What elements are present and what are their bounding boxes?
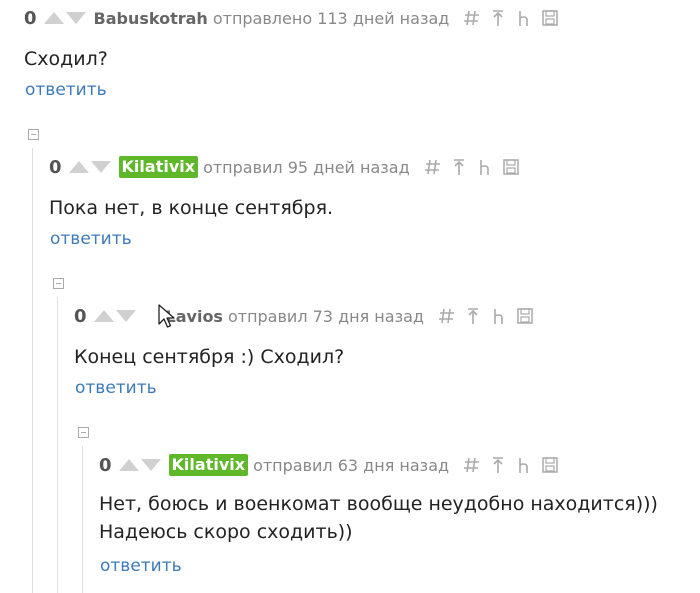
comment-text-line: Нет, боюсь и военкомат вообще неудобно н… bbox=[99, 493, 658, 515]
collapse-toggle[interactable] bbox=[53, 278, 64, 289]
comment-timestamp[interactable]: отправил 63 дня назад bbox=[253, 456, 449, 475]
jump-to-parent-icon[interactable] bbox=[489, 9, 507, 27]
jump-to-parent-icon[interactable] bbox=[450, 158, 468, 176]
hash-icon[interactable] bbox=[463, 456, 481, 474]
comment-header: 0 Kilativix отправил 95 дней назад bbox=[49, 155, 528, 179]
jump-to-parent-icon[interactable] bbox=[489, 456, 507, 474]
comment-timestamp[interactable]: отправлено 113 дней назад bbox=[213, 9, 449, 28]
comment-header: 0 Babuskotrah отправлено 113 дней назад bbox=[24, 6, 567, 30]
reply-link[interactable]: ответить bbox=[75, 378, 157, 398]
comment-text: Конец сентября :) Сходил? bbox=[74, 346, 345, 368]
comment-timestamp[interactable]: отправил 95 дней назад bbox=[203, 158, 410, 177]
comment-score: 0 bbox=[74, 305, 87, 327]
comment-header: 0 Lavios отправил 73 дня назад bbox=[74, 304, 542, 328]
jump-to-parent-icon[interactable] bbox=[464, 307, 482, 325]
save-icon[interactable] bbox=[541, 9, 559, 27]
comment: 0 Lavios отправил 73 дня назад Конец сен… bbox=[74, 304, 542, 398]
upvote-icon[interactable] bbox=[118, 459, 139, 471]
save-icon[interactable] bbox=[502, 158, 520, 176]
downvote-icon[interactable] bbox=[140, 459, 161, 471]
comment: 0 Kilativix отправил 95 дней назад Пока … bbox=[49, 155, 528, 249]
thread-line bbox=[32, 148, 33, 593]
comment-text: Сходил? bbox=[24, 48, 108, 70]
comment-author[interactable]: Babuskotrah bbox=[94, 9, 208, 28]
comment-author[interactable]: Kilativix bbox=[168, 454, 249, 476]
hash-icon[interactable] bbox=[438, 307, 456, 325]
hash-icon[interactable] bbox=[424, 158, 442, 176]
comment: 0 Kilativix отправил 63 дня назад Нет, б… bbox=[99, 453, 658, 576]
comment-text: Пока нет, в конце сентября. bbox=[49, 197, 334, 219]
downvote-icon[interactable] bbox=[65, 12, 86, 24]
collapse-toggle[interactable] bbox=[28, 129, 39, 140]
comment-author[interactable]: Kilativix bbox=[118, 156, 199, 178]
upvote-icon[interactable] bbox=[68, 161, 89, 173]
hash-icon[interactable] bbox=[463, 9, 481, 27]
save-icon[interactable] bbox=[516, 307, 534, 325]
comment-timestamp[interactable]: отправил 73 дня назад bbox=[228, 307, 424, 326]
collapse-toggle[interactable] bbox=[78, 427, 89, 438]
branch-icon[interactable] bbox=[515, 456, 533, 474]
branch-icon[interactable] bbox=[515, 9, 533, 27]
reply-link[interactable]: ответить bbox=[50, 229, 132, 249]
save-icon[interactable] bbox=[541, 456, 559, 474]
downvote-icon[interactable] bbox=[90, 161, 111, 173]
upvote-icon[interactable] bbox=[93, 310, 114, 322]
thread-line bbox=[82, 446, 83, 593]
comment-score: 0 bbox=[49, 156, 62, 178]
reply-link[interactable]: ответить bbox=[100, 556, 182, 576]
comment: 0 Babuskotrah отправлено 113 дней назад … bbox=[24, 6, 567, 100]
upvote-icon[interactable] bbox=[43, 12, 64, 24]
comment-score: 0 bbox=[24, 7, 37, 29]
branch-icon[interactable] bbox=[490, 307, 508, 325]
comment-score: 0 bbox=[99, 454, 112, 476]
thread-line bbox=[57, 297, 58, 593]
downvote-icon[interactable] bbox=[115, 310, 136, 322]
comment-header: 0 Kilativix отправил 63 дня назад bbox=[99, 453, 658, 477]
comment-text-line: Надеюсь скоро сходить)) bbox=[99, 521, 353, 543]
mouse-cursor-icon bbox=[158, 304, 176, 334]
branch-icon[interactable] bbox=[476, 158, 494, 176]
reply-link[interactable]: ответить bbox=[25, 80, 107, 100]
